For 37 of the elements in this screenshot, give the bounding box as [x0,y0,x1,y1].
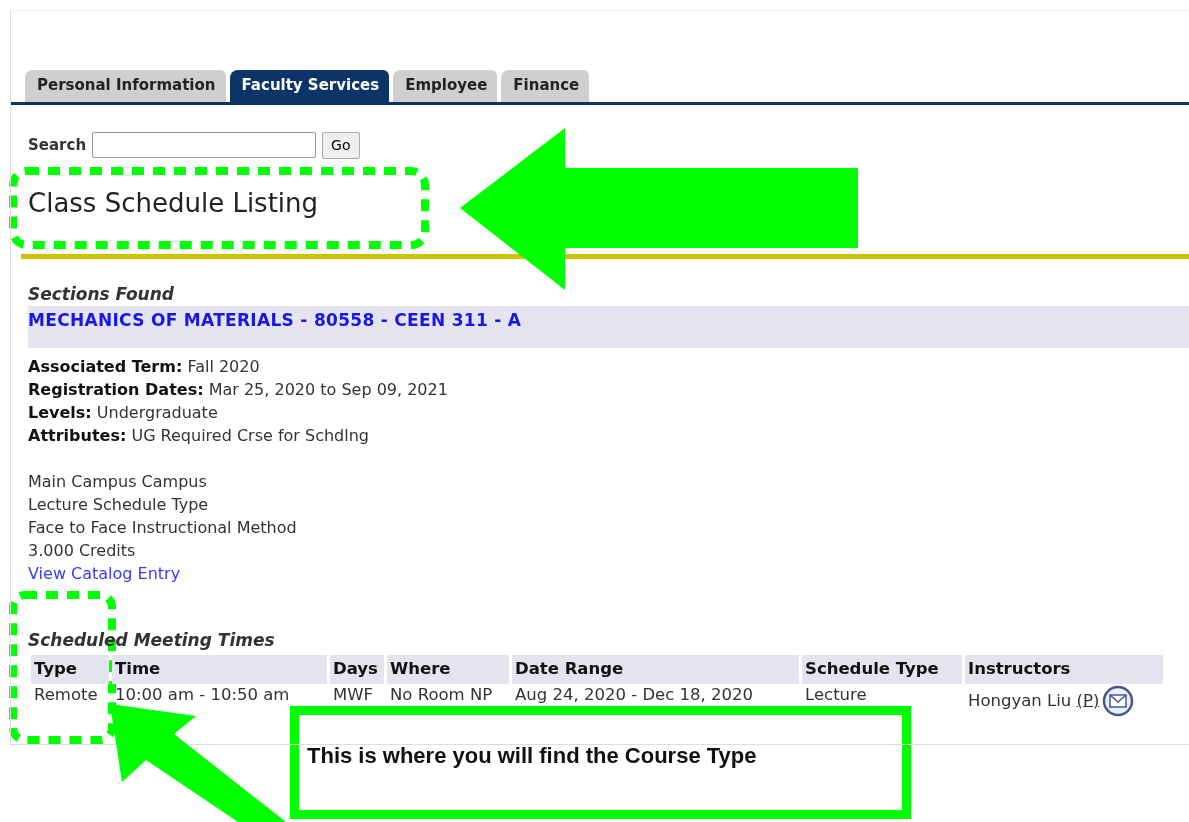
table-cell-text: MWF [332,683,375,706]
email-icon[interactable] [1102,684,1135,717]
table-cell-text: Aug 24, 2020 - Dec 18, 2020 [514,683,755,706]
page-title: Class Schedule Listing [28,188,319,218]
tab[interactable]: Personal Information [25,69,226,102]
catalog-link[interactable]: View Catalog Entry [28,564,181,583]
tab[interactable]: Finance [501,69,590,102]
detail-line: Registration Dates: Mar 25, 2020 to Sep 09, 2021 [28,380,448,399]
go-button[interactable]: Go [322,131,360,159]
tab[interactable]: Faculty Services [229,69,390,102]
column-header: Instructors [965,655,1163,684]
detail-line: Levels: Undergraduate [28,403,218,422]
table-cell-text: Remote [33,683,99,706]
callout-text: This is where you will find the Course Type [307,743,757,768]
detail-line: Main Campus Campus [28,472,207,491]
detail-line: Lecture Schedule Type [28,495,209,514]
column-header: Time [112,655,327,684]
column-header: Where [387,655,509,684]
section-title-link[interactable]: MECHANICS OF MATERIALS - 80558 - CEEN 311 - A [28,310,522,330]
search-field[interactable] [92,132,317,158]
search-label: Search [28,134,87,156]
instructor-name: Hongyan Liu [968,690,1073,710]
detail-line: Attributes: UG Required Crse for Schdlng [28,426,369,445]
detail-line: Associated Term: Fall 2020 [28,357,260,376]
meetings-heading: Scheduled Meeting Times [28,630,275,650]
detail-line: Face to Face Instructional Method [28,518,297,537]
table-cell-text: Lecture [804,683,868,706]
column-header: Date Range [512,655,799,684]
column-header: Schedule Type [802,655,962,684]
primary-link[interactable]: (P) [1076,690,1100,710]
column-header: Days [330,655,384,684]
tab[interactable]: Employee [393,69,498,102]
table-cell-text: No Room NP [389,683,494,706]
section-heading: Sections Found [28,284,174,304]
column-header: Type [31,655,109,684]
detail-line: 3.000 Credits [28,541,136,560]
table-cell-text: 10:00 am - 10:50 am [114,683,291,706]
